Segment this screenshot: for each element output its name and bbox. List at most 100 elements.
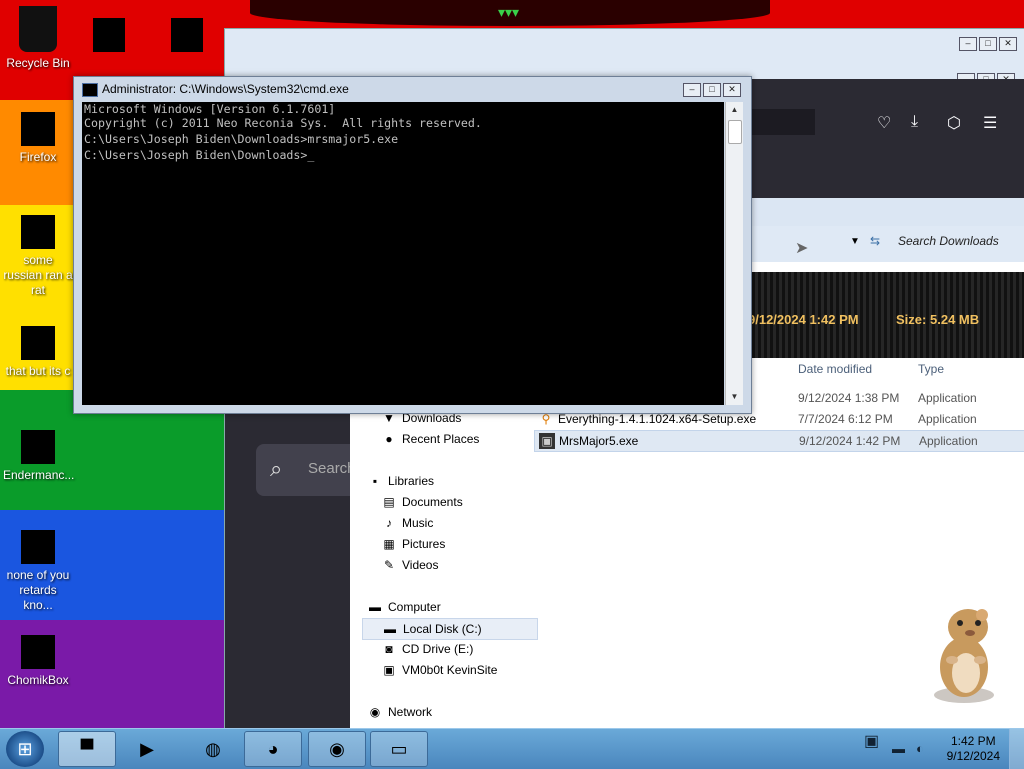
taskbar: ⊞ ▀ ▶ ◍ ◕ ◉ ▭ ▣ ▬ ◐ 1:42 PM 9/12/2024 [0,728,1024,769]
maximize-button[interactable]: □ [703,83,721,97]
details-size-label: Size: [896,312,927,327]
details-size: 5.24 MB [930,312,980,327]
desktop-icon-hidden-1[interactable] [92,18,126,56]
mouse-cursor-icon: ➤ [795,240,809,257]
network-tray-icon[interactable]: ▬ [892,741,905,756]
console-line: C:\Users\Joseph Biden\Downloads>_ [84,148,315,162]
console-line: Copyright (c) 2011 Neo Reconia Sys. All … [84,116,482,130]
desktop-icon-endermanch[interactable]: Endermanc... [3,430,75,483]
redacted-icon [21,215,55,249]
nav-item-pictures[interactable]: ▦ Pictures [382,534,445,554]
computer-icon: ▬ [369,600,381,614]
redacted-icon [171,18,203,52]
desktop-icon-label: Endermanc... [3,468,75,482]
desktop-icon-none-of-you[interactable]: none of you retards kno... [3,530,73,613]
taskbar-angry-birds[interactable]: ◉ [308,731,366,767]
search-downloads-input[interactable]: Search Downloads [898,234,1018,254]
dropdown-arrow-icon[interactable]: ▼ [850,236,860,247]
close-button[interactable]: ✕ [723,83,741,97]
firefox-icon: ◕ [267,739,279,759]
desktop-icon-chomikbox[interactable]: ChomikBox [3,635,73,688]
nav-item-videos[interactable]: ✎ Videos [382,555,439,575]
console-line: C:\Users\Joseph Biden\Downloads>mrsmajor… [84,132,399,146]
taskbar-globe[interactable]: ◍ [186,731,240,767]
column-date-modified[interactable]: Date modified [798,362,872,376]
cmd-titlebar[interactable]: Administrator: C:\Windows\System32\cmd.e… [74,77,751,101]
taskbar-clock[interactable]: 1:42 PM 9/12/2024 [947,734,1000,764]
file-row-selected[interactable]: ▣ MrsMajor5.exe 9/12/2024 1:42 PM Applic… [534,430,1024,452]
firefox-icon [21,112,55,146]
nav-item-network[interactable]: ◉ Network [368,702,432,722]
cmd-scrollbar[interactable]: ▲ ▼ [725,102,743,405]
refresh-icon[interactable]: ⇆ [870,234,880,248]
network-icon: ◉ [369,705,381,719]
column-type[interactable]: Type [918,362,944,376]
monitor-icon: ▭ [390,739,408,759]
minimize-button[interactable]: – [959,37,977,51]
nav-item-libraries[interactable]: ▪ Libraries [368,471,434,491]
nav-item-local-disk[interactable]: ▬ Local Disk (C:) [362,618,538,640]
documents-icon: ▤ [383,495,395,509]
scroll-up-icon[interactable]: ▲ [726,102,743,118]
cd-drive-icon: ◙ [385,642,393,656]
redacted-icon [21,635,55,669]
close-button[interactable]: ✕ [999,37,1017,51]
hamster-mascot-image [934,609,994,703]
cmd-window-controls: – □ ✕ [683,83,741,97]
desktop-icon-label: that but its c [5,364,71,378]
search-icon: ⌕ [270,456,283,481]
search-placeholder: Search [308,460,356,477]
cmd-app-icon [82,83,98,97]
desktop-icon-label: Firefox [19,150,57,164]
cmd-window-title: Administrator: C:\Windows\System32\cmd.e… [102,82,349,96]
libraries-icon: ▪ [372,474,378,488]
desktop-icon-recycle-bin[interactable]: Recycle Bin [3,6,73,71]
minimize-button[interactable]: – [683,83,701,97]
console-line: Microsoft Windows [Version 6.1.7601] [84,102,336,116]
search-downloads-placeholder: Search Downloads [898,234,999,248]
scroll-thumb[interactable] [728,120,742,144]
maximize-button[interactable]: □ [979,37,997,51]
show-desktop-button[interactable] [1009,729,1024,769]
console-output[interactable]: Microsoft Windows [Version 6.1.7601] Cop… [82,102,724,405]
taskbar-media-player[interactable]: ▶ [120,731,174,767]
redacted-icon [21,326,55,360]
redacted-icon [93,18,125,52]
browser-window-controls: – □ ✕ [959,37,1017,51]
system-tray: ▣ ▬ ◐ 1:42 PM 9/12/2024 [862,729,1024,769]
start-button[interactable]: ⊞ [6,731,44,767]
nav-item-cd-drive[interactable]: ◙ CD Drive (E:) [382,639,473,659]
recent-places-icon: ● [385,432,393,446]
taskbar-firefox[interactable]: ◕ [244,731,302,767]
tray-app-icon[interactable]: ▣ [864,731,879,751]
nav-item-music[interactable]: ♪ Music [382,513,433,533]
nav-item-computer[interactable]: ▬ Computer [368,597,441,617]
nav-item-network-drive[interactable]: ▣ VM0b0t KevinSite [382,660,497,680]
desktop-icon-firefox[interactable]: Firefox [3,112,73,165]
redacted-icon [21,430,55,464]
desktop-icon-label: ChomikBox [7,673,69,687]
nav-item-recent-places[interactable]: ● Recent Places [382,429,479,449]
clock-time: 1:42 PM [950,734,996,748]
media-player-icon: ▶ [140,739,154,759]
taskbar-cmd[interactable]: ▀ [58,731,116,767]
music-icon: ♪ [386,516,392,530]
taskbar-explorer[interactable]: ▭ [370,731,428,767]
redacted-icon [21,530,55,564]
desktop-icon-that-but[interactable]: that but its c [3,326,73,379]
nav-item-documents[interactable]: ▤ Documents [382,492,462,512]
videos-icon: ✎ [383,558,395,572]
desktop-icon-russian-rat[interactable]: some russian ran a rat [3,215,73,298]
angry-birds-icon: ◉ [329,739,345,759]
desktop-icon-label: Recycle Bin [6,56,70,70]
hard-drive-icon: ▬ [384,622,396,636]
wallpaper-top-decoration: ▾▾▾ [250,0,770,26]
desktop-icon-label: some russian ran a rat [3,253,73,297]
details-modified: 9/12/2024 1:42 PM [748,312,859,327]
pictures-icon: ▦ [383,537,395,551]
scroll-down-icon[interactable]: ▼ [726,389,743,405]
volume-tray-icon[interactable]: ◐ [916,741,924,756]
cmd-window[interactable]: Administrator: C:\Windows\System32\cmd.e… [73,76,752,414]
desktop-icon-hidden-2[interactable] [170,18,204,56]
network-drive-icon: ▣ [383,663,395,677]
